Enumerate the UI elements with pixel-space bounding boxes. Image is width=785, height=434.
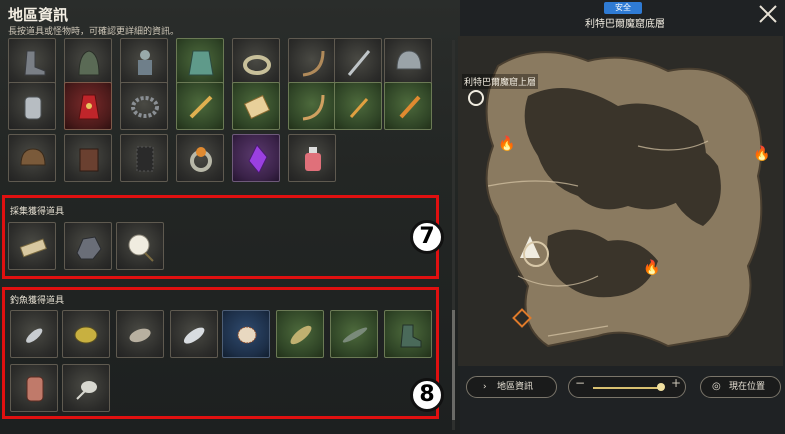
sword-icon (399, 95, 421, 119)
item-slot[interactable] (120, 38, 168, 86)
item-slot[interactable] (64, 134, 112, 182)
sword-icon (189, 95, 213, 119)
plank-icon (19, 238, 47, 258)
purple-crystal-icon (248, 144, 268, 174)
fishing-slot[interactable] (116, 310, 164, 358)
item-slot[interactable] (120, 134, 168, 182)
helmet-icon (396, 50, 422, 70)
section-badge-7: 7 (410, 220, 444, 254)
item-slot[interactable] (64, 38, 112, 86)
gathering-label: 採集獲得道具 (10, 207, 65, 217)
item-slot[interactable] (232, 38, 280, 86)
area-info-button[interactable]: › 地區資訊 (466, 376, 557, 398)
chain-ring-icon (131, 96, 159, 118)
area-name: 利特巴爾魔窟底層 (585, 19, 665, 30)
item-slot[interactable] (334, 82, 382, 130)
red-robe-icon (78, 94, 100, 120)
green-cloak-icon (188, 50, 214, 76)
cotton-icon (128, 234, 154, 262)
item-slot[interactable] (176, 82, 224, 130)
fur-hat-icon (20, 148, 46, 166)
zoom-knob[interactable] (657, 383, 665, 391)
item-slot[interactable] (120, 82, 168, 130)
page-title: 地區資訊 (8, 6, 69, 24)
scroll-icon (243, 94, 271, 120)
zoom-out-icon[interactable]: − (575, 376, 585, 390)
fish-icon (129, 328, 151, 343)
item-slot[interactable] (64, 82, 112, 130)
small-fish-icon (26, 328, 43, 343)
item-slot[interactable] (384, 82, 432, 130)
fishing-slot[interactable] (10, 364, 58, 412)
item-slot[interactable] (176, 134, 224, 182)
bow-icon (302, 50, 325, 77)
boot-icon (400, 324, 422, 348)
yellow-fish-icon (74, 326, 98, 344)
spear-icon (347, 50, 371, 76)
item-slot[interactable] (232, 82, 280, 130)
portal-label[interactable]: 利特巴爾魔窟上層 (462, 74, 539, 89)
item-slot[interactable] (334, 38, 382, 86)
scrollbar-thumb[interactable] (452, 310, 455, 420)
zoom-track (593, 387, 663, 389)
meat-icon (26, 376, 44, 402)
fishing-slot[interactable] (62, 364, 110, 412)
gauntlet-icon (24, 96, 42, 120)
zoom-slider[interactable]: − + (568, 376, 686, 398)
armor-figure-icon (138, 50, 152, 75)
area-info-label: 地區資訊 (497, 382, 534, 392)
item-slot[interactable] (176, 38, 224, 86)
fishing-slot[interactable] (62, 310, 110, 358)
leather-armor-icon (79, 148, 99, 172)
dagger-icon (349, 98, 369, 118)
crab-icon (76, 381, 97, 400)
fishing-slot[interactable] (330, 310, 378, 358)
hood-icon (78, 50, 100, 76)
green-fish-icon (290, 325, 312, 345)
bow-icon (302, 94, 325, 121)
fishing-slot[interactable] (222, 310, 270, 358)
amber-ring-icon (190, 147, 212, 172)
chevron-right-icon: › (483, 382, 487, 392)
item-slot[interactable] (288, 38, 336, 86)
crosshair-icon: ◎ (712, 381, 721, 392)
item-slot[interactable] (288, 82, 336, 130)
svg-text:🔥: 🔥 (643, 259, 660, 276)
section-badge-8: 8 (410, 378, 444, 412)
fishing-label: 釣魚獲得道具 (10, 296, 65, 306)
item-slot[interactable] (232, 134, 280, 182)
item-slot[interactable] (288, 134, 336, 182)
boots-icon (24, 50, 46, 76)
silver-fish-icon (183, 327, 205, 344)
gathering-slot[interactable] (116, 222, 164, 270)
item-slot[interactable] (8, 134, 56, 182)
svg-text:🔥: 🔥 (753, 145, 770, 162)
gathering-slot[interactable] (64, 222, 112, 270)
ring-icon (243, 55, 271, 75)
potion-icon (305, 147, 321, 171)
eel-icon (342, 327, 368, 343)
page-subtitle: 長按道具或怪物時，可確認更詳細的資訊。 (8, 27, 180, 37)
fishing-slot[interactable] (384, 310, 432, 358)
fishing-slot[interactable] (10, 310, 58, 358)
current-position-label: 現在位置 (729, 382, 766, 392)
fishing-slot[interactable] (276, 310, 324, 358)
safety-badge: 安全 (604, 2, 642, 14)
svg-text:🔥: 🔥 (498, 135, 515, 152)
gathering-slot[interactable] (8, 222, 56, 270)
close-icon[interactable] (757, 3, 779, 25)
lionfish-icon (237, 326, 257, 344)
item-slot[interactable] (384, 38, 432, 86)
item-slot[interactable] (8, 38, 56, 86)
ore-icon (76, 236, 102, 260)
zoom-in-icon[interactable]: + (671, 376, 681, 390)
current-position-button[interactable]: ◎ 現在位置 (700, 376, 781, 398)
item-slot[interactable] (8, 82, 56, 130)
fishing-slot[interactable] (170, 310, 218, 358)
dark-coat-icon (136, 146, 154, 172)
